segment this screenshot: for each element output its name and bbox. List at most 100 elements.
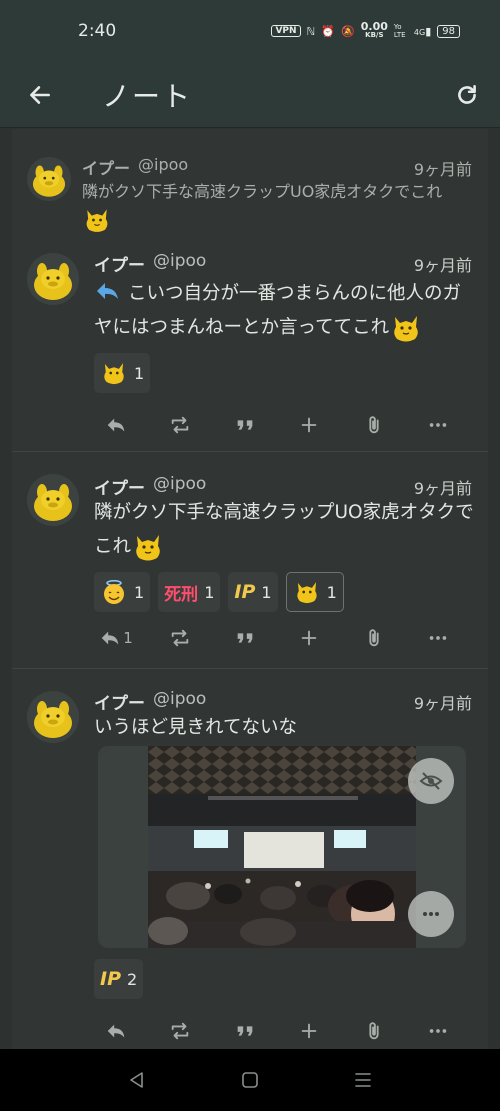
hide-media-button[interactable]: [408, 758, 454, 804]
ipoo-blob-emoji-icon: [389, 311, 423, 345]
reaction-count: 1: [204, 582, 215, 602]
quote-button[interactable]: [221, 620, 269, 656]
reaction-count: 1: [326, 582, 337, 602]
ipoo-avatar-icon: [27, 157, 71, 201]
renote-button[interactable]: [156, 620, 204, 656]
ipoo-avatar-icon: [27, 253, 79, 305]
reload-icon: [458, 84, 476, 104]
ipoo-blob-emoji-icon: [100, 359, 128, 387]
reply-button[interactable]: 1: [92, 620, 140, 656]
ipoo-blob-emoji-icon: [82, 205, 112, 235]
username[interactable]: @ipoo: [153, 251, 206, 276]
parent-note[interactable]: イプー @ipoo 9ヶ月前 隣がクソ下手な高速クラップUO家虎オタクでこれ: [12, 129, 488, 239]
status-bar: 2:40 VPN ℕ ⏰ 🔕 0.00 KB/S Yo LTE 4G▮ 98: [0, 0, 500, 62]
quote-icon: [237, 633, 253, 643]
avatar[interactable]: [27, 253, 79, 305]
plus-icon: [301, 417, 317, 433]
reaction-count: 2: [127, 969, 138, 989]
more-button[interactable]: [414, 1013, 462, 1049]
parent-note-header: イプー @ipoo: [82, 155, 188, 179]
reactions: 1 死刑 1 IP 1 1: [94, 572, 344, 612]
page-title: ノート: [102, 79, 193, 113]
avatar[interactable]: [27, 474, 79, 526]
nav-recents-button[interactable]: [343, 1060, 383, 1100]
menu-lines-icon: [355, 1073, 372, 1087]
note-time[interactable]: 9ヶ月前: [414, 156, 472, 180]
nav-home-button[interactable]: [230, 1060, 270, 1100]
note-time[interactable]: 9ヶ月前: [414, 252, 472, 276]
reaction-count: 1: [134, 363, 145, 383]
avatar[interactable]: [27, 157, 71, 201]
clip-button[interactable]: [350, 1013, 398, 1049]
nav-back-button[interactable]: [117, 1060, 157, 1100]
reply-to-icon: [97, 283, 118, 299]
note-actions: [92, 407, 472, 443]
shikei-emoji: 死刑: [164, 584, 199, 605]
react-button[interactable]: [285, 620, 333, 656]
paperclip-icon: [368, 1022, 379, 1040]
more-button[interactable]: [414, 407, 462, 443]
reply-button[interactable]: [92, 407, 140, 443]
note-item[interactable]: イプー @ipoo 9ヶ月前 いうほど見きれてないな IP 2: [12, 669, 488, 1049]
clip-button[interactable]: [350, 407, 398, 443]
ipoo-avatar-icon: [27, 691, 79, 743]
reaction-button[interactable]: 1: [94, 353, 151, 393]
username[interactable]: @ipoo: [138, 155, 188, 179]
reply-button[interactable]: [92, 1013, 140, 1049]
renote-button[interactable]: [156, 407, 204, 443]
note-item[interactable]: イプー @ipoo 9ヶ月前 隣がクソ下手な高速クラップUO家虎オタクでこれ 1…: [12, 452, 488, 668]
renote-icon: [172, 416, 189, 434]
clip-button[interactable]: [350, 620, 398, 656]
reaction-button[interactable]: IP 2: [94, 959, 144, 999]
more-button[interactable]: [414, 620, 462, 656]
media-attachment[interactable]: [98, 746, 466, 948]
more-icon: [423, 912, 439, 916]
display-name[interactable]: イプー: [94, 251, 145, 276]
plus-icon: [301, 1023, 317, 1039]
note-actions: 1: [92, 620, 472, 656]
ip-emoji: IP: [100, 968, 121, 990]
display-name[interactable]: イプー: [82, 155, 130, 179]
ipoo-avatar-icon: [27, 474, 79, 526]
paperclip-icon: [368, 629, 379, 647]
back-button[interactable]: [0, 62, 80, 128]
ip-emoji: IP: [234, 581, 256, 603]
status-icons: VPN ℕ ⏰ 🔕 0.00 KB/S Yo LTE 4G▮ 98: [271, 20, 460, 40]
nfc-icon: ℕ: [306, 24, 316, 38]
reaction-button[interactable]: IP 1: [228, 572, 278, 612]
reaction-button[interactable]: 1: [94, 572, 151, 612]
reactions: IP 2: [94, 959, 144, 999]
quote-icon: [237, 420, 253, 430]
concert-hall-image[interactable]: [148, 746, 416, 948]
react-button[interactable]: [285, 1013, 333, 1049]
note-feed[interactable]: イプー @ipoo 9ヶ月前 隣がクソ下手な高速クラップUO家虎オタクでこれ イ…: [12, 129, 488, 1049]
reply-icon: [107, 418, 125, 432]
note-text: いうほど見きれてないな: [94, 717, 297, 738]
renote-button[interactable]: [156, 1013, 204, 1049]
reaction-button[interactable]: 死刑 1: [158, 572, 221, 612]
note-text: こいつ自分が一番つまらんのに他人のガヤにはつまんねーとか言っててこれ: [94, 277, 474, 345]
vpn-icon: VPN: [271, 25, 301, 37]
quote-button[interactable]: [221, 407, 269, 443]
reply-icon: [107, 1024, 125, 1038]
more-icon: [429, 423, 447, 427]
reaction-button[interactable]: 1: [285, 572, 344, 612]
net-speed: 0.00 KB/S: [360, 20, 388, 39]
alarm-icon: ⏰: [321, 24, 336, 38]
note-header: イプー @ipoo: [94, 251, 206, 276]
status-time: 2:40: [78, 21, 117, 41]
quote-button[interactable]: [221, 1013, 269, 1049]
media-menu-button[interactable]: [408, 891, 454, 937]
reaction-count: 1: [261, 582, 272, 602]
signal-icon: 4G▮: [413, 24, 432, 38]
plus-icon: [301, 630, 317, 646]
triangle-back-icon: [129, 1072, 143, 1088]
reaction-count: 1: [134, 582, 145, 602]
reload-button[interactable]: [434, 62, 500, 128]
note-text: 隣がクソ下手な高速クラップUO家虎オタクでこれ: [94, 496, 474, 564]
more-icon: [429, 636, 447, 640]
mute-icon: 🔕: [341, 24, 355, 38]
note-item[interactable]: イプー @ipoo 9ヶ月前 こいつ自分が一番つまらんのに他人のガヤにはつまんね…: [12, 239, 488, 449]
avatar[interactable]: [27, 691, 79, 743]
react-button[interactable]: [285, 407, 333, 443]
